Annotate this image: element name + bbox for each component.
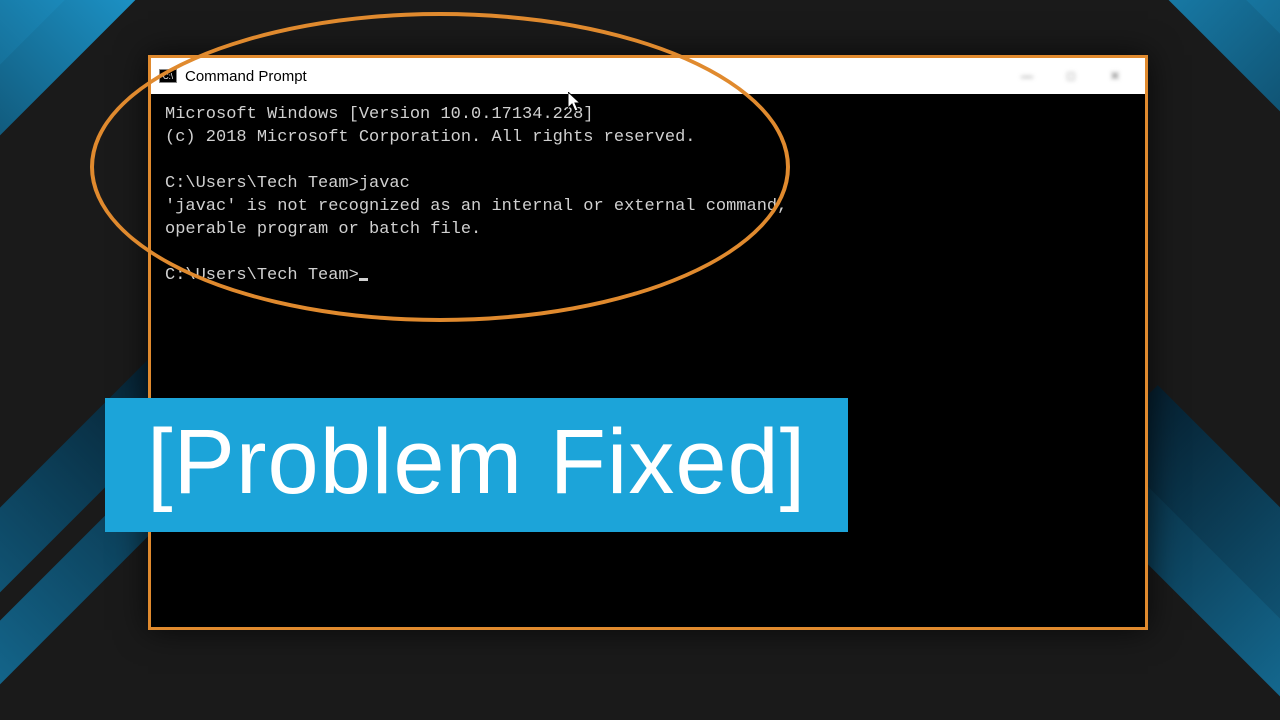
terminal-line: (c) 2018 Microsoft Corporation. All righ… [165, 128, 696, 147]
close-button[interactable]: ✕ [1093, 61, 1137, 91]
window-title: Command Prompt [185, 68, 997, 85]
terminal-line: 'javac' is not recognized as an internal… [165, 197, 787, 216]
titlebar[interactable]: C:\ Command Prompt — □ ✕ [151, 58, 1145, 94]
cmd-icon: C:\ [159, 69, 177, 83]
terminal-line: Microsoft Windows [Version 10.0.17134.22… [165, 105, 593, 124]
command-prompt-window: C:\ Command Prompt — □ ✕ Microsoft Windo… [148, 55, 1148, 630]
cursor-icon [359, 278, 368, 281]
minimize-button[interactable]: — [1005, 61, 1049, 91]
terminal-output[interactable]: Microsoft Windows [Version 10.0.17134.22… [151, 94, 1145, 298]
terminal-prompt: C:\Users\Tech Team> [165, 266, 359, 285]
terminal-line: operable program or batch file. [165, 220, 481, 239]
maximize-button[interactable]: □ [1049, 61, 1093, 91]
window-controls: — □ ✕ [1005, 61, 1137, 91]
terminal-line: C:\Users\Tech Team>javac [165, 174, 410, 193]
banner-text: [Problem Fixed] [105, 398, 848, 532]
